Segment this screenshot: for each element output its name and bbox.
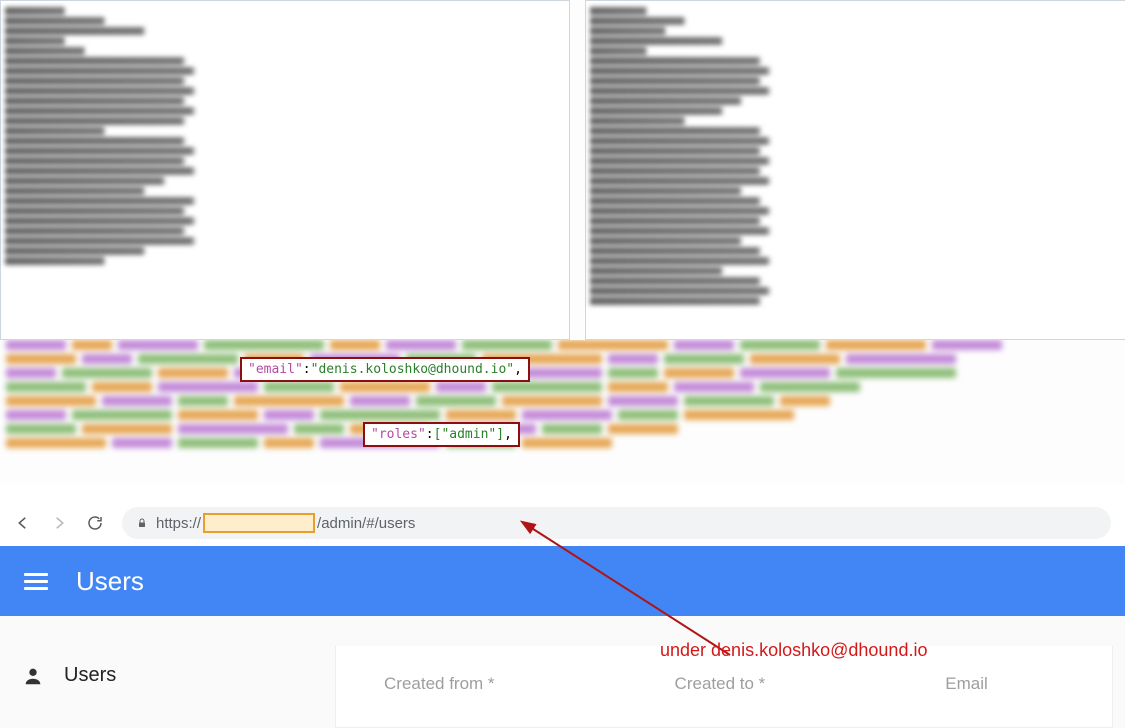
forward-button[interactable] bbox=[50, 514, 68, 532]
blurred-code-region: "email":"denis.koloshko@dhound.io", "rol… bbox=[0, 0, 1125, 485]
json-key-email: "email" bbox=[248, 362, 303, 377]
menu-icon[interactable] bbox=[24, 569, 48, 593]
app-header: Users bbox=[0, 546, 1125, 616]
section-label: Users bbox=[64, 664, 116, 687]
filter-created-from[interactable]: Created from * bbox=[384, 674, 495, 727]
lock-icon bbox=[136, 516, 148, 530]
reload-button[interactable] bbox=[86, 514, 104, 532]
json-value-email: "denis.koloshko@dhound.io" bbox=[311, 362, 515, 377]
filter-created-to[interactable]: Created to * bbox=[675, 674, 766, 727]
annotation-text: under denis.koloshko@dhound.io bbox=[660, 640, 927, 661]
section-header: Users bbox=[22, 664, 116, 687]
json-roles-highlight: "roles":["admin"], bbox=[363, 422, 520, 447]
url-path: /admin/#/users bbox=[317, 515, 415, 532]
url-text: https:// /admin/#/users bbox=[156, 513, 415, 533]
colored-json-band bbox=[0, 340, 1125, 485]
page-title: Users bbox=[76, 566, 144, 597]
json-value-roles: ["admin"] bbox=[434, 427, 504, 442]
back-button[interactable] bbox=[14, 514, 32, 532]
filter-email[interactable]: Email bbox=[945, 674, 988, 727]
content-area: Users Created from * Created to * Email bbox=[0, 616, 1125, 728]
json-key-roles: "roles" bbox=[371, 427, 426, 442]
code-column-left bbox=[0, 0, 570, 340]
person-icon bbox=[22, 665, 44, 687]
url-scheme: https:// bbox=[156, 515, 201, 532]
address-bar[interactable]: https:// /admin/#/users bbox=[122, 507, 1111, 539]
code-column-right bbox=[585, 0, 1125, 340]
browser-toolbar: https:// /admin/#/users bbox=[0, 500, 1125, 546]
json-email-highlight: "email":"denis.koloshko@dhound.io", bbox=[240, 357, 530, 382]
url-redacted-host bbox=[203, 513, 315, 533]
